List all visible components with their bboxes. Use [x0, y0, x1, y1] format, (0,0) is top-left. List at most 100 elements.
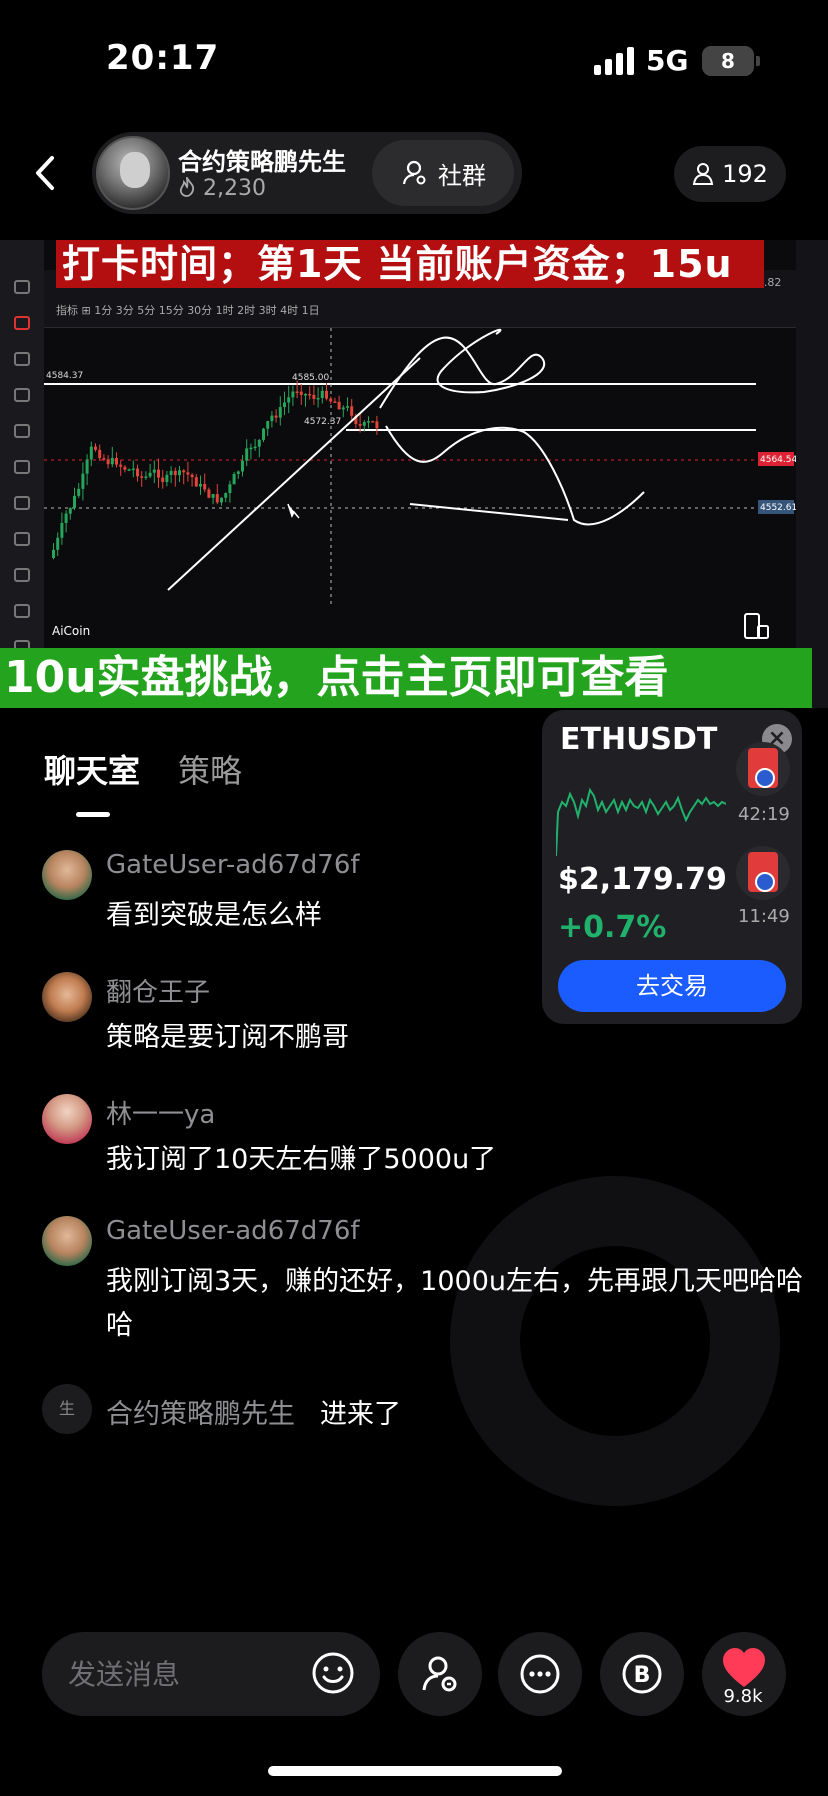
candle-body [308, 393, 312, 396]
host-info[interactable]: 合约策略鹏先生 2,230 社群 [92, 132, 522, 214]
candle-body [346, 406, 349, 408]
user-avatar[interactable] [42, 1094, 92, 1144]
tab-strategy[interactable]: 策略 [178, 746, 242, 792]
svg-text:B: B [634, 1663, 651, 1688]
candle-body [287, 397, 291, 403]
candle-body [73, 495, 76, 509]
emoji-icon[interactable] [310, 1650, 356, 1696]
candle-body [106, 459, 110, 465]
price-label: 4564.54 [760, 455, 796, 465]
candle-body [270, 415, 274, 422]
viewer-count[interactable]: 192 [674, 146, 786, 202]
red-envelope-icon [748, 748, 778, 788]
price-label: 4585.00 [292, 373, 329, 383]
candle-body [123, 466, 127, 470]
video-banner-top: 打卡时间；第1天 当前账户资金；15u [56, 240, 764, 288]
candle-body [257, 439, 261, 447]
candle-body [329, 398, 333, 402]
candle-body [115, 457, 118, 465]
community-button[interactable]: 社群 [372, 140, 514, 206]
chart-left-toolbar [0, 240, 44, 708]
candle-body [249, 447, 253, 450]
join-avatar: 生 [42, 1384, 92, 1434]
coin-b-icon: B [622, 1654, 662, 1694]
candle-body [367, 421, 370, 423]
host-name: 合约策略鹏先生 [178, 148, 346, 176]
candle-body [64, 513, 68, 524]
like-count: 9.8k [723, 1686, 763, 1707]
candle-body [325, 390, 328, 399]
candle-body [224, 493, 228, 498]
candle-body [220, 497, 223, 503]
candle-body [312, 394, 316, 399]
message-username[interactable]: 林一一ya [106, 1094, 215, 1131]
host-avatar[interactable] [96, 136, 170, 210]
candle-body [182, 470, 186, 473]
user-avatar[interactable] [42, 850, 92, 900]
back-arrow-icon[interactable] [26, 148, 66, 198]
candle-body [173, 470, 177, 476]
candle-body [253, 446, 257, 449]
candle-body [337, 401, 341, 410]
ticker-change: +0.7% [558, 910, 667, 945]
aicoin-watermark: AiCoin [52, 624, 91, 638]
home-indicator [268, 1766, 562, 1776]
join-username[interactable]: 合约策略鹏先生 [106, 1392, 295, 1431]
join-text: 进来了 [320, 1399, 401, 1430]
candle-body [161, 477, 165, 483]
live-header: 合约策略鹏先生 2,230 社群 192 [0, 128, 828, 218]
bottom-action-bar: B 9.8k [0, 1628, 828, 1718]
ticker-price: $2,179.79 [558, 862, 727, 897]
candle-body [228, 484, 232, 494]
coin-button[interactable]: B [600, 1632, 684, 1716]
candle-body [194, 477, 198, 487]
message-username[interactable]: GateUser-ad67d76f [106, 850, 360, 880]
community-label: 社群 [438, 161, 486, 190]
candle-body [266, 421, 270, 429]
candle-body [304, 393, 307, 396]
candle-body [77, 488, 81, 496]
user-avatar[interactable] [42, 1216, 92, 1266]
follow-host-button[interactable] [398, 1632, 482, 1716]
user-avatar[interactable] [42, 972, 92, 1022]
candle-body [110, 457, 114, 465]
network-type: 5G [646, 44, 689, 77]
candle-body [56, 537, 60, 550]
candle-body [127, 469, 131, 471]
ticker-pair: ETHUSDT [560, 722, 718, 757]
candle-body [98, 449, 102, 459]
battery-icon: 8 [702, 46, 760, 76]
candle-body [241, 460, 244, 472]
candle-body [299, 391, 303, 395]
candle-body [341, 407, 345, 410]
user-follow-icon [422, 1656, 457, 1692]
trade-button[interactable]: 去交易 [558, 960, 786, 1012]
device-rotate-icon[interactable] [742, 612, 770, 642]
candle-body [236, 471, 240, 474]
active-tab-indicator [76, 812, 110, 817]
live-video[interactable]: 71440.3 2180.13 80178.1 92.74 3.42 ▲ 456… [0, 240, 828, 708]
message-text: 我刚订阅3天，赚的还好，1000u左右，先再跟几天吧哈哈哈 [106, 1266, 804, 1341]
candle-body [320, 390, 324, 398]
price-sparkline [556, 787, 726, 857]
price-label: 4552.61 [760, 503, 796, 513]
status-time: 20:17 [106, 38, 220, 78]
message-username[interactable]: 翻仓王子 [106, 972, 210, 1009]
candle-body [136, 468, 139, 477]
candle-body [278, 407, 282, 418]
red-envelope-button[interactable] [736, 742, 790, 796]
more-button[interactable] [498, 1632, 582, 1716]
candle-body [262, 428, 265, 440]
candle-body [358, 424, 362, 426]
status-bar: 20:17 5G 8 [0, 0, 828, 120]
red-envelope-button[interactable] [736, 846, 790, 900]
candle-body [144, 476, 148, 478]
heart-icon [723, 1648, 765, 1687]
candle-body [199, 483, 202, 487]
chat-message: 林一一ya 我订阅了10天左右赚了5000u了 [42, 1094, 802, 1184]
video-banner-bottom: 10u实盘挑战，点击主页即可查看 [0, 648, 812, 708]
candle-body [52, 549, 55, 558]
tab-chat[interactable]: 聊天室 [44, 746, 140, 792]
candle-body [119, 464, 123, 467]
message-username[interactable]: GateUser-ad67d76f [106, 1216, 360, 1246]
